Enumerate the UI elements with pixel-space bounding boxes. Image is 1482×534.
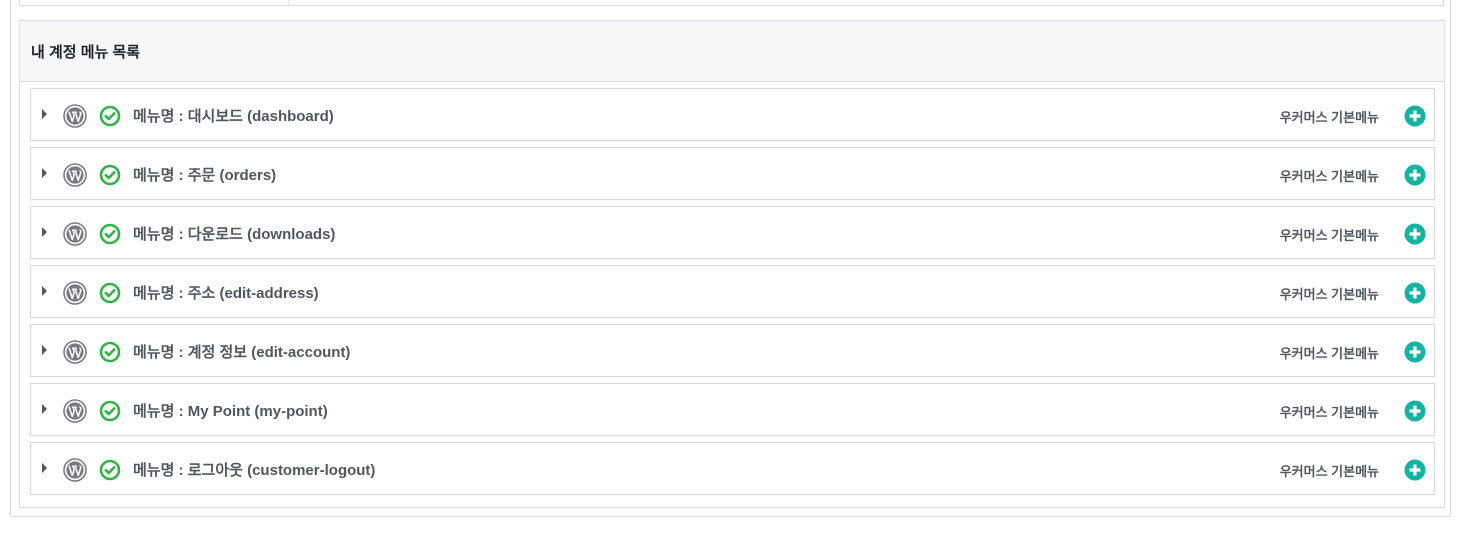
menu-item-label: 메뉴명 : 대시보드 (dashboard) [133,108,334,125]
check-circle-icon [99,400,121,422]
plus-circle-icon[interactable] [1404,400,1426,422]
menu-item-label: 메뉴명 : 주문 (orders) [133,167,277,184]
caret-right-icon[interactable] [42,227,47,237]
previous-table-bottom [19,0,1444,6]
plus-circle-icon[interactable] [1404,223,1426,245]
check-circle-icon [99,164,121,186]
plus-circle-icon[interactable] [1404,282,1426,304]
menu-item-row[interactable]: 메뉴명 : 주소 (edit-address) 우커머스 기본메뉴 [30,265,1435,318]
table-column-divider [288,0,289,5]
wordpress-icon [63,222,87,246]
menu-item-type: 우커머스 기본메뉴 [1279,228,1379,243]
caret-right-icon[interactable] [42,404,47,414]
caret-right-icon[interactable] [42,463,47,473]
menu-item-label: 메뉴명 : 로그아웃 (customer-logout) [133,462,376,479]
menu-item-row[interactable]: 메뉴명 : 로그아웃 (customer-logout) 우커머스 기본메뉴 [30,442,1435,495]
wordpress-icon [63,163,87,187]
menu-item-label: 메뉴명 : 계정 정보 (edit-account) [133,344,351,361]
menu-item-row[interactable]: 메뉴명 : My Point (my-point) 우커머스 기본메뉴 [30,383,1435,436]
check-circle-icon [99,341,121,363]
my-account-menu-panel: 내 계정 메뉴 목록 메뉴명 : 대시보드 (dashboard) 우커머스 기… [19,20,1445,508]
menu-item-label: 메뉴명 : 주소 (edit-address) [133,285,319,302]
check-circle-icon [99,223,121,245]
page-edge [1472,0,1482,534]
caret-right-icon[interactable] [42,286,47,296]
plus-circle-icon[interactable] [1404,459,1426,481]
plus-circle-icon[interactable] [1404,105,1426,127]
caret-right-icon[interactable] [42,168,47,178]
plus-circle-icon[interactable] [1404,164,1426,186]
menu-item-type: 우커머스 기본메뉴 [1279,405,1379,420]
wordpress-icon [63,104,87,128]
menu-item-type: 우커머스 기본메뉴 [1279,110,1379,125]
menu-item-type: 우커머스 기본메뉴 [1279,287,1379,302]
wordpress-icon [63,281,87,305]
menu-item-row[interactable]: 메뉴명 : 계정 정보 (edit-account) 우커머스 기본메뉴 [30,324,1435,377]
menu-item-row[interactable]: 메뉴명 : 주문 (orders) 우커머스 기본메뉴 [30,147,1435,200]
panel-header: 내 계정 메뉴 목록 [20,21,1444,82]
wordpress-icon [63,399,87,423]
plus-circle-icon[interactable] [1404,341,1426,363]
caret-right-icon[interactable] [42,345,47,355]
menu-item-label: 메뉴명 : 다운로드 (downloads) [133,226,336,243]
menu-item-type: 우커머스 기본메뉴 [1279,464,1379,479]
check-circle-icon [99,459,121,481]
settings-container: 내 계정 메뉴 목록 메뉴명 : 대시보드 (dashboard) 우커머스 기… [10,0,1451,517]
caret-right-icon[interactable] [42,109,47,119]
check-circle-icon [99,282,121,304]
menu-item-list: 메뉴명 : 대시보드 (dashboard) 우커머스 기본메뉴 메뉴명 : 주… [30,88,1435,501]
menu-item-row[interactable]: 메뉴명 : 대시보드 (dashboard) 우커머스 기본메뉴 [30,88,1435,141]
menu-item-label: 메뉴명 : My Point (my-point) [133,403,328,420]
menu-item-type: 우커머스 기본메뉴 [1279,169,1379,184]
panel-title: 내 계정 메뉴 목록 [31,43,141,61]
check-circle-icon [99,105,121,127]
wordpress-icon [63,340,87,364]
menu-item-type: 우커머스 기본메뉴 [1279,346,1379,361]
menu-item-row[interactable]: 메뉴명 : 다운로드 (downloads) 우커머스 기본메뉴 [30,206,1435,259]
wordpress-icon [63,458,87,482]
